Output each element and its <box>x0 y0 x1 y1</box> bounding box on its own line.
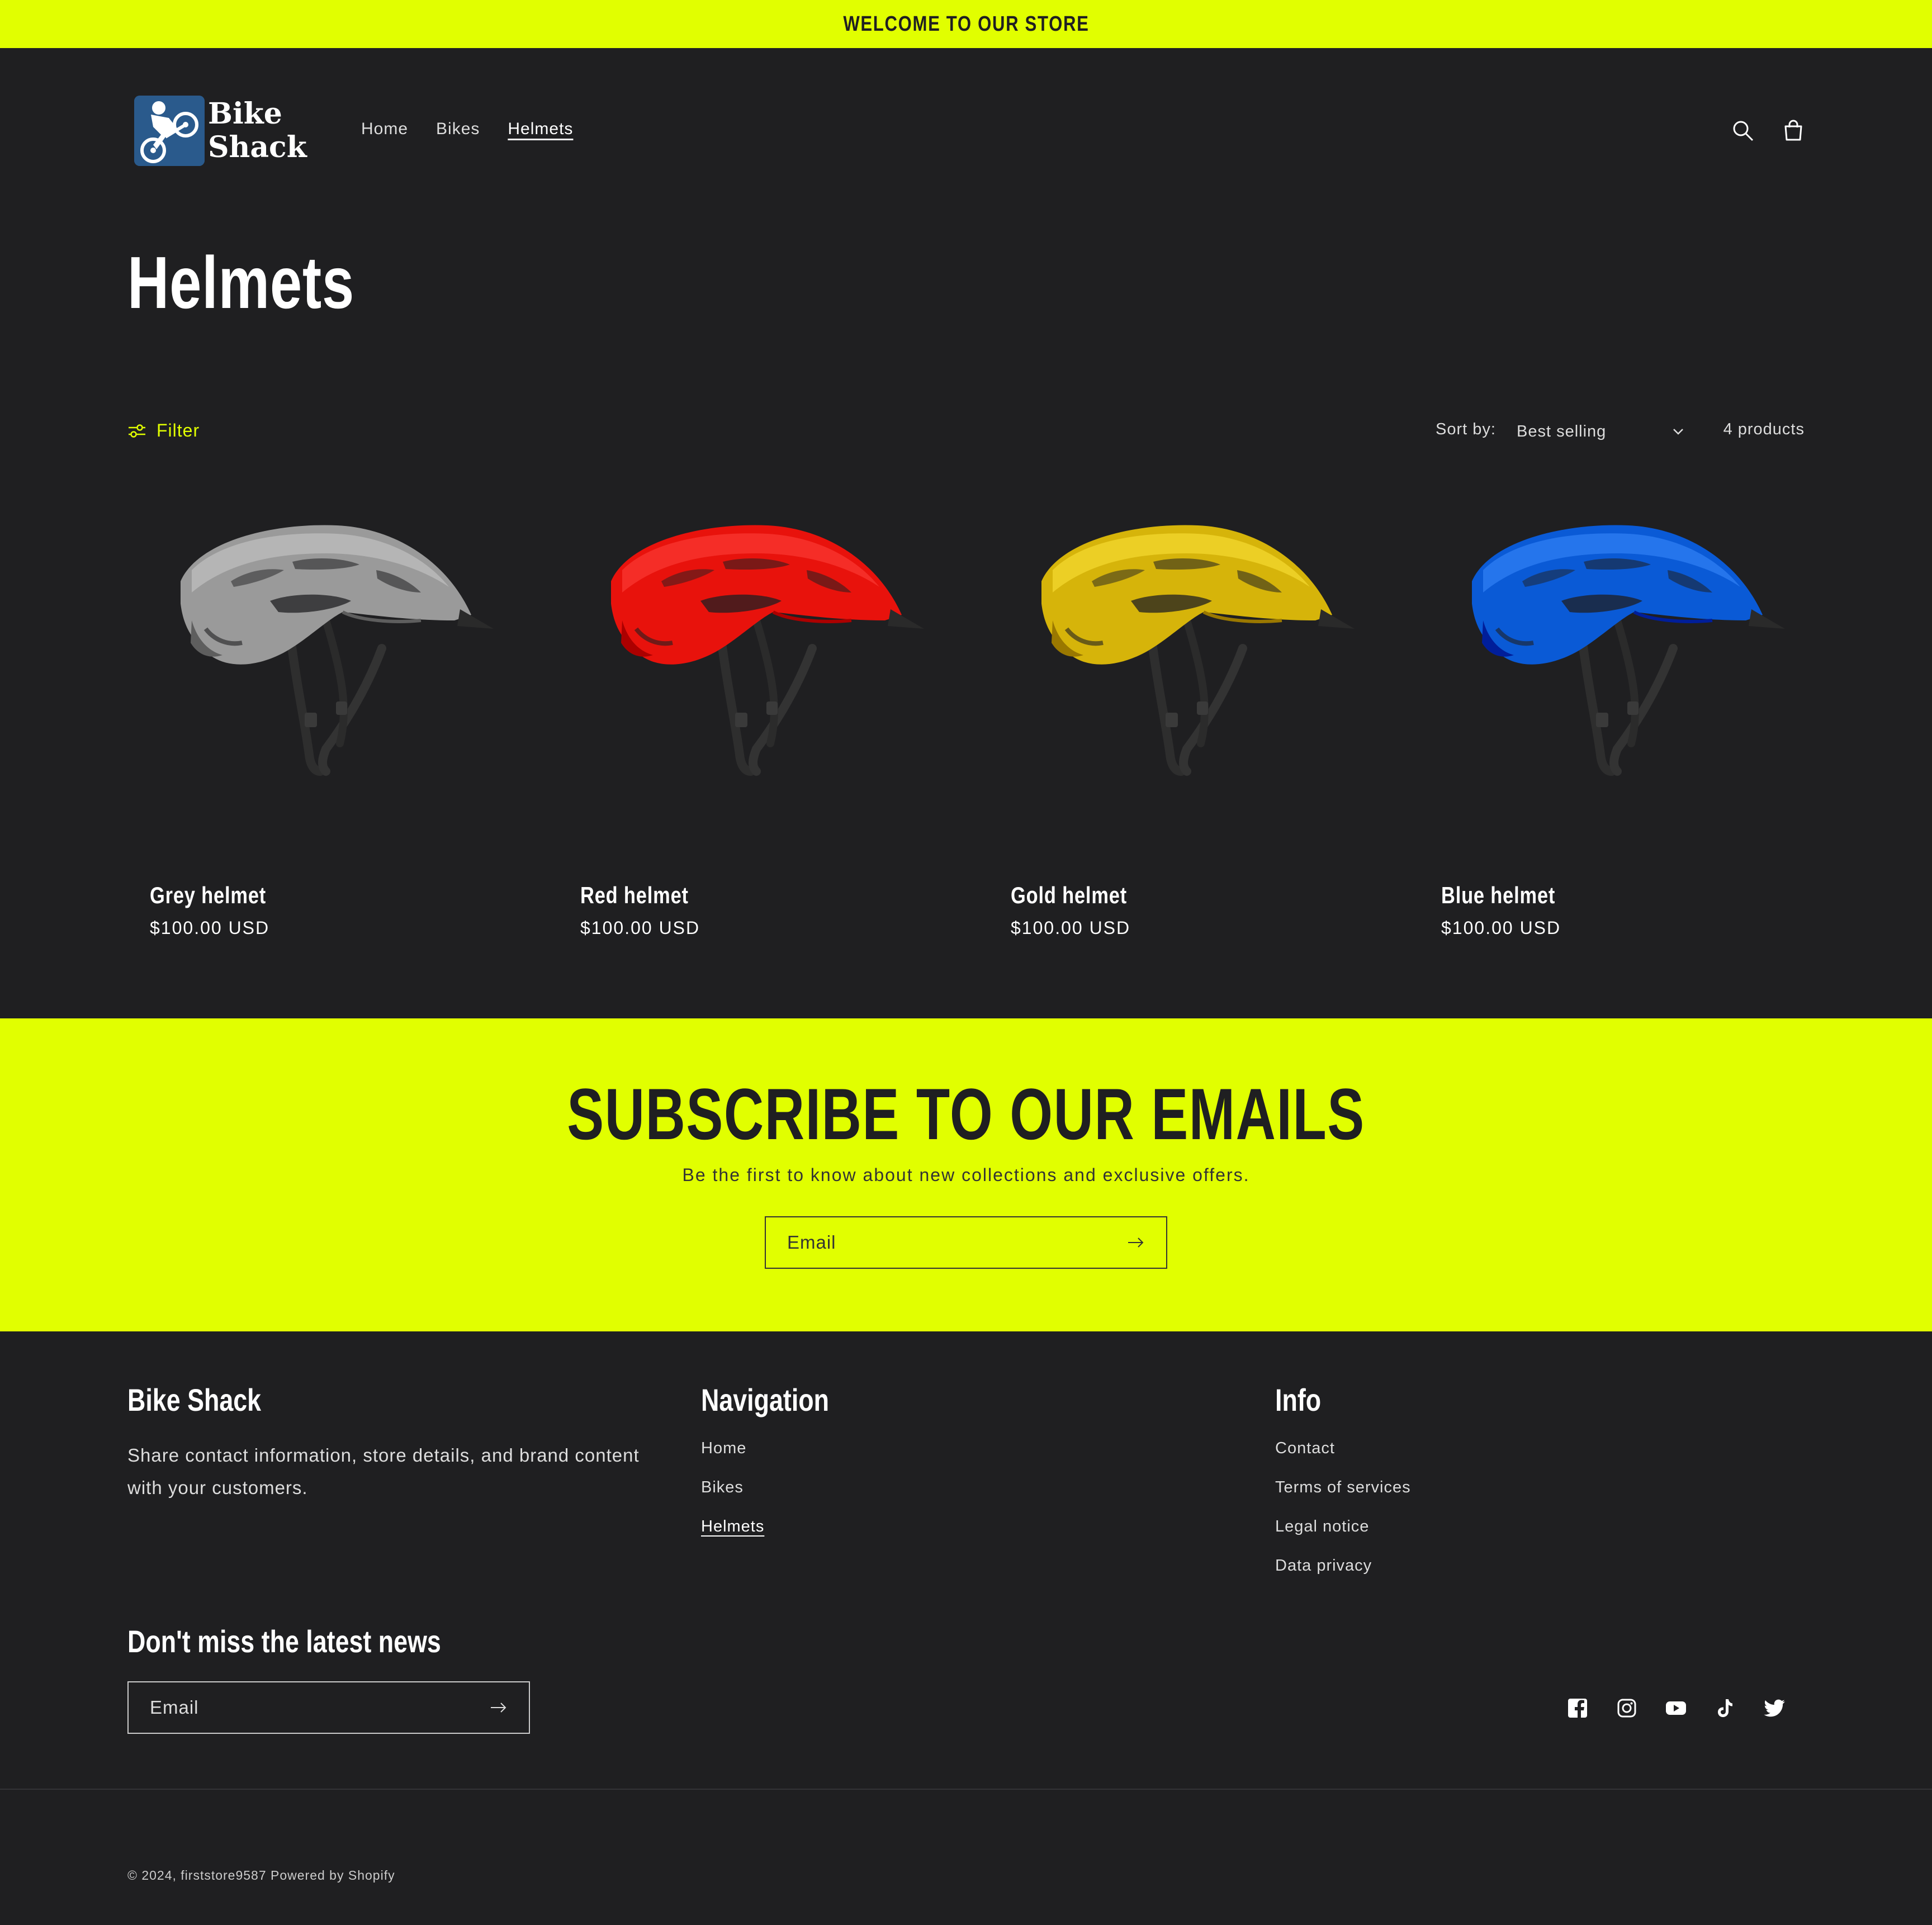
footer-email-input[interactable]: Email <box>127 1681 530 1734</box>
sort-by-label: Sort by: <box>1436 420 1496 438</box>
footer-link-privacy[interactable]: Data privacy <box>1275 1557 1411 1596</box>
youtube-icon[interactable] <box>1664 1696 1688 1720</box>
product-price: $100.00 USD <box>1441 918 1561 938</box>
email-placeholder: Email <box>787 1232 836 1253</box>
nav-link-bikes[interactable]: Bikes <box>436 120 480 139</box>
logo-text-line1: Bike <box>208 97 282 131</box>
newsletter-email-input[interactable]: Email <box>765 1216 1167 1269</box>
site-header: Bike Shack Home Bikes Helmets <box>0 48 1932 216</box>
footer-newsletter-heading: Don't miss the latest news <box>127 1624 441 1659</box>
product-title[interactable]: Red helmet <box>580 882 689 909</box>
filter-sliders-icon <box>129 424 145 438</box>
product-price: $100.00 USD <box>1011 918 1131 938</box>
nav-link-home[interactable]: Home <box>361 120 408 139</box>
main-navigation: Home Bikes Helmets <box>361 120 573 139</box>
product-title[interactable]: Grey helmet <box>150 882 266 909</box>
newsletter-heading: SUBSCRIBE TO OUR EMAILS <box>567 1073 1365 1155</box>
footer-info-heading: Info <box>1275 1382 1322 1417</box>
store-logo[interactable]: Bike Shack <box>134 92 313 170</box>
collection-toolbar: Filter Sort by: Best selling 4 products <box>127 419 1805 447</box>
copyright-text: © 2024, firststore9587 Powered by Shopif… <box>127 1868 395 1883</box>
social-links <box>1565 1696 1787 1720</box>
product-grid: Grey helmet $100.00 USD Red helmet $100.… <box>127 492 1805 967</box>
footer-info-block: Info Contact Terms of services Legal not… <box>1275 1382 1411 1596</box>
site-footer: Bike Shack Share contact information, st… <box>0 1331 1932 1925</box>
footer-brand-heading: Bike Shack <box>127 1382 262 1417</box>
footer-link-helmets[interactable]: Helmets <box>701 1518 861 1557</box>
footer-brand-text: Share contact information, store details… <box>127 1445 640 1498</box>
announcement-text: WELCOME TO OUR STORE <box>842 12 1090 36</box>
logo-text: Bike Shack <box>208 97 307 164</box>
logo-text-line2: Shack <box>208 130 307 164</box>
product-image-blue-helmet[interactable] <box>1419 492 1827 838</box>
product-image-red-helmet[interactable] <box>558 492 966 838</box>
footer-navigation-block: Navigation Home Bikes Helmets <box>701 1382 861 1557</box>
product-image-grey-helmet[interactable] <box>127 492 536 838</box>
filter-label: Filter <box>157 420 200 440</box>
product-card[interactable]: Gold helmet $100.00 USD <box>988 492 1396 956</box>
search-icon[interactable] <box>1727 115 1759 146</box>
footer-brand-block: Bike Shack Share contact information, st… <box>127 1382 664 1504</box>
footer-link-bikes[interactable]: Bikes <box>701 1478 861 1518</box>
tiktok-icon[interactable] <box>1713 1696 1737 1720</box>
product-count: 4 products <box>1723 420 1805 438</box>
product-card[interactable]: Red helmet $100.00 USD <box>558 492 966 956</box>
product-price: $100.00 USD <box>150 918 270 938</box>
product-price: $100.00 USD <box>580 918 700 938</box>
footer-email-placeholder: Email <box>150 1697 199 1718</box>
product-title[interactable]: Gold helmet <box>1011 882 1127 909</box>
nav-link-helmets[interactable]: Helmets <box>508 120 573 139</box>
product-card[interactable]: Grey helmet $100.00 USD <box>127 492 536 956</box>
footer-divider <box>0 1789 1932 1790</box>
footer-navigation-heading: Navigation <box>701 1382 830 1417</box>
announcement-bar: WELCOME TO OUR STORE <box>0 0 1932 48</box>
newsletter-section: SUBSCRIBE TO OUR EMAILS Be the first to … <box>0 1018 1932 1331</box>
newsletter-text: Be the first to know about new collectio… <box>682 1165 1250 1185</box>
chevron-down-icon <box>1673 429 1683 435</box>
facebook-icon[interactable] <box>1565 1696 1590 1720</box>
twitter-icon[interactable] <box>1762 1696 1787 1720</box>
cart-icon[interactable] <box>1778 115 1809 146</box>
sort-select[interactable]: Best selling <box>1517 419 1684 444</box>
product-image-gold-helmet[interactable] <box>988 492 1396 838</box>
logo-bike-icon <box>134 96 205 166</box>
arrow-right-icon[interactable] <box>1127 1236 1145 1249</box>
filter-button[interactable]: Filter <box>127 420 200 441</box>
product-card[interactable]: Blue helmet $100.00 USD <box>1419 492 1827 956</box>
footer-link-legal[interactable]: Legal notice <box>1275 1518 1411 1557</box>
arrow-right-icon[interactable] <box>490 1701 508 1714</box>
footer-link-terms[interactable]: Terms of services <box>1275 1478 1411 1518</box>
sort-select-value: Best selling <box>1517 422 1607 440</box>
footer-link-contact[interactable]: Contact <box>1275 1439 1411 1478</box>
footer-link-home[interactable]: Home <box>701 1439 861 1478</box>
instagram-icon[interactable] <box>1614 1696 1639 1720</box>
product-title[interactable]: Blue helmet <box>1441 882 1555 909</box>
collection-title: Helmets <box>127 241 355 324</box>
